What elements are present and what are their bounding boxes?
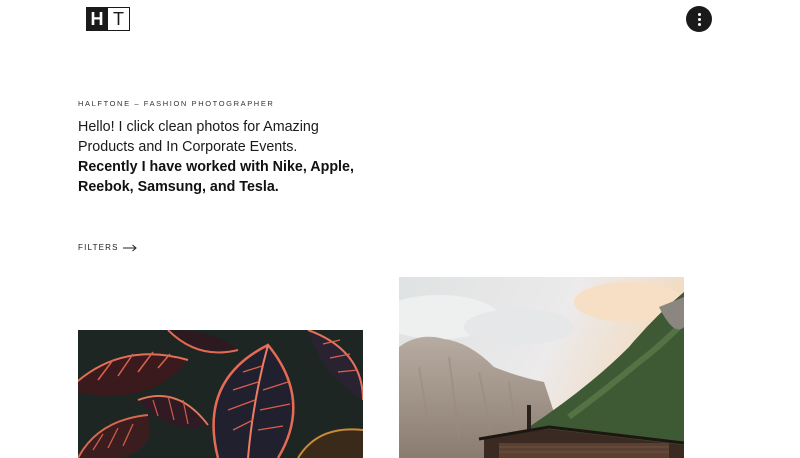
hero-eyebrow: HALFTONE – FASHION PHOTOGRAPHER [78,99,275,108]
hero-highlight: Recently I have worked with Nike, Apple,… [78,159,354,195]
filters-link[interactable]: FILTERS [78,243,137,252]
filters-label: FILTERS [78,243,119,252]
logo-letter-h: H [86,7,108,31]
site-logo[interactable]: H T [86,7,130,31]
arrow-right-icon [122,244,137,251]
hero-intro: Hello! I click clean photos for Amazing … [78,119,319,155]
more-vertical-icon [697,12,701,16]
croton-leaves-image [78,330,363,458]
menu-button[interactable] [686,6,712,32]
more-vertical-icon-dot-3 [697,22,701,26]
logo-letter-t: T [108,7,130,31]
more-vertical-icon-dot-2 [697,17,701,21]
gallery-photo-mountain[interactable] [399,277,684,458]
gallery-photo-leaves[interactable] [78,330,363,458]
mountain-cabin-image [399,277,684,458]
